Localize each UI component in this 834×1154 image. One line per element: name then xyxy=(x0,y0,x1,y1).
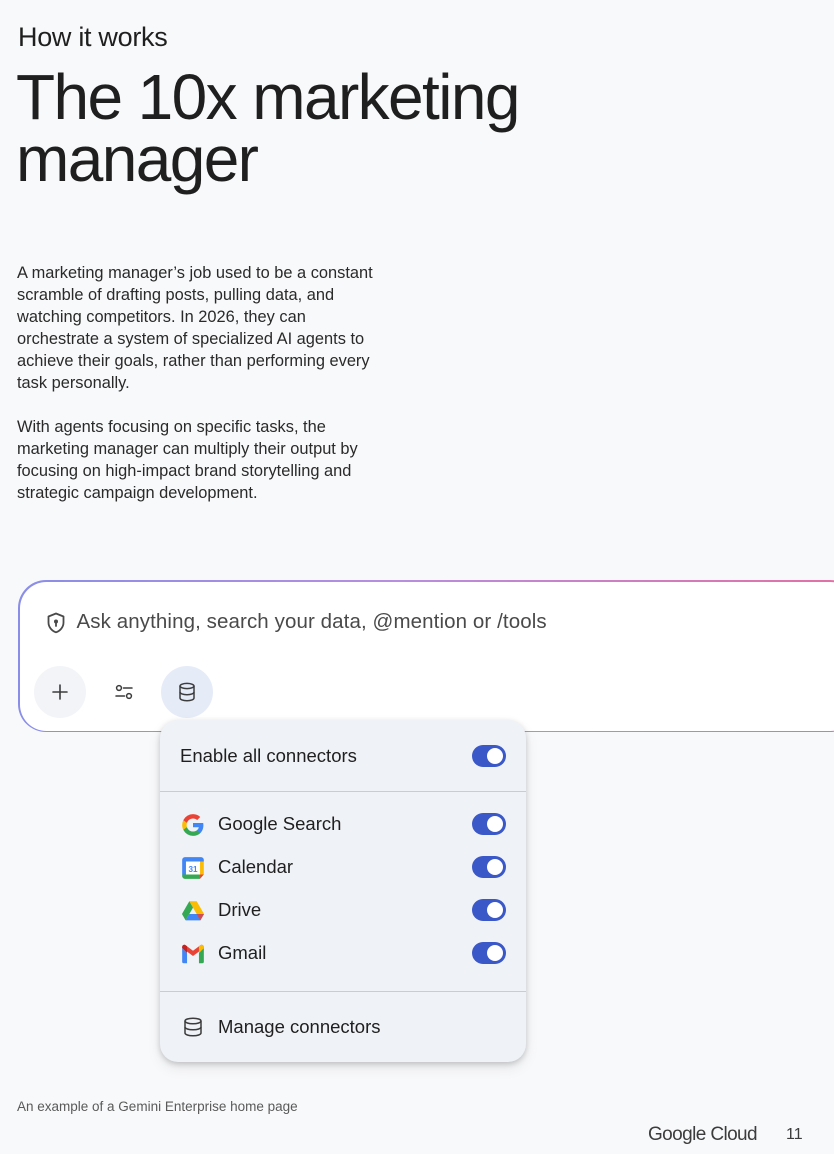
connector-item-gmail[interactable]: Gmail xyxy=(160,933,526,973)
connector-label: Calendar xyxy=(218,856,294,877)
connectors-menu: Enable all connectors Google Search 31 C… xyxy=(160,720,526,1062)
search-input[interactable]: Ask anything, search your data, @mention… xyxy=(77,610,547,634)
calendar-day-number: 31 xyxy=(188,865,198,874)
gmail-toggle[interactable] xyxy=(472,942,506,964)
database-icon xyxy=(178,682,195,701)
section-eyebrow: How it works xyxy=(18,22,168,52)
tools-button[interactable] xyxy=(98,666,150,718)
shield-icon xyxy=(47,612,64,633)
enable-all-connectors-label: Enable all connectors xyxy=(180,745,357,766)
plus-icon xyxy=(51,683,68,700)
connectors-button[interactable] xyxy=(160,665,213,718)
database-icon xyxy=(184,1017,202,1037)
menu-divider xyxy=(160,791,526,792)
google-g-icon xyxy=(182,814,204,836)
page: How it works The 10x marketing manager A… xyxy=(0,0,834,1154)
calendar-toggle[interactable] xyxy=(472,856,506,878)
add-button[interactable] xyxy=(33,665,86,718)
connector-label: Google Search xyxy=(218,813,342,834)
prompt-box-inner: Ask anything, search your data, @mention… xyxy=(19,581,834,731)
enable-all-connectors-toggle[interactable] xyxy=(472,745,506,767)
prompt-box: Ask anything, search your data, @mention… xyxy=(18,580,834,732)
connector-item-drive[interactable]: Drive xyxy=(160,890,526,930)
gmail-icon xyxy=(182,944,204,964)
tune-icon xyxy=(114,684,133,699)
connector-item-google-search[interactable]: Google Search xyxy=(160,804,526,844)
menu-divider xyxy=(160,991,526,992)
figure-caption: An example of a Gemini Enterprise home p… xyxy=(17,1099,298,1114)
connector-item-calendar[interactable]: 31 Calendar xyxy=(160,847,526,887)
manage-connectors-label: Manage connectors xyxy=(218,1016,381,1037)
google-search-toggle[interactable] xyxy=(472,813,506,835)
google-cloud-logo: Google Cloud xyxy=(648,1124,758,1145)
drive-icon xyxy=(181,901,205,921)
connector-label: Gmail xyxy=(218,942,267,963)
calendar-icon: 31 xyxy=(182,857,204,879)
connector-label: Drive xyxy=(218,899,262,920)
body-paragraph-2: With agents focusing on specific tasks, … xyxy=(17,418,358,502)
drive-toggle[interactable] xyxy=(472,899,506,921)
page-number: 11 xyxy=(786,1126,803,1143)
body-paragraph-1: A marketing manager’s job used to be a c… xyxy=(17,264,373,392)
manage-connectors-item[interactable]: Manage connectors xyxy=(160,1007,526,1047)
page-title: The 10x marketing manager xyxy=(16,61,520,195)
enable-all-connectors-row[interactable]: Enable all connectors xyxy=(160,736,526,776)
body-text: A marketing manager’s job used to be a c… xyxy=(17,262,387,504)
